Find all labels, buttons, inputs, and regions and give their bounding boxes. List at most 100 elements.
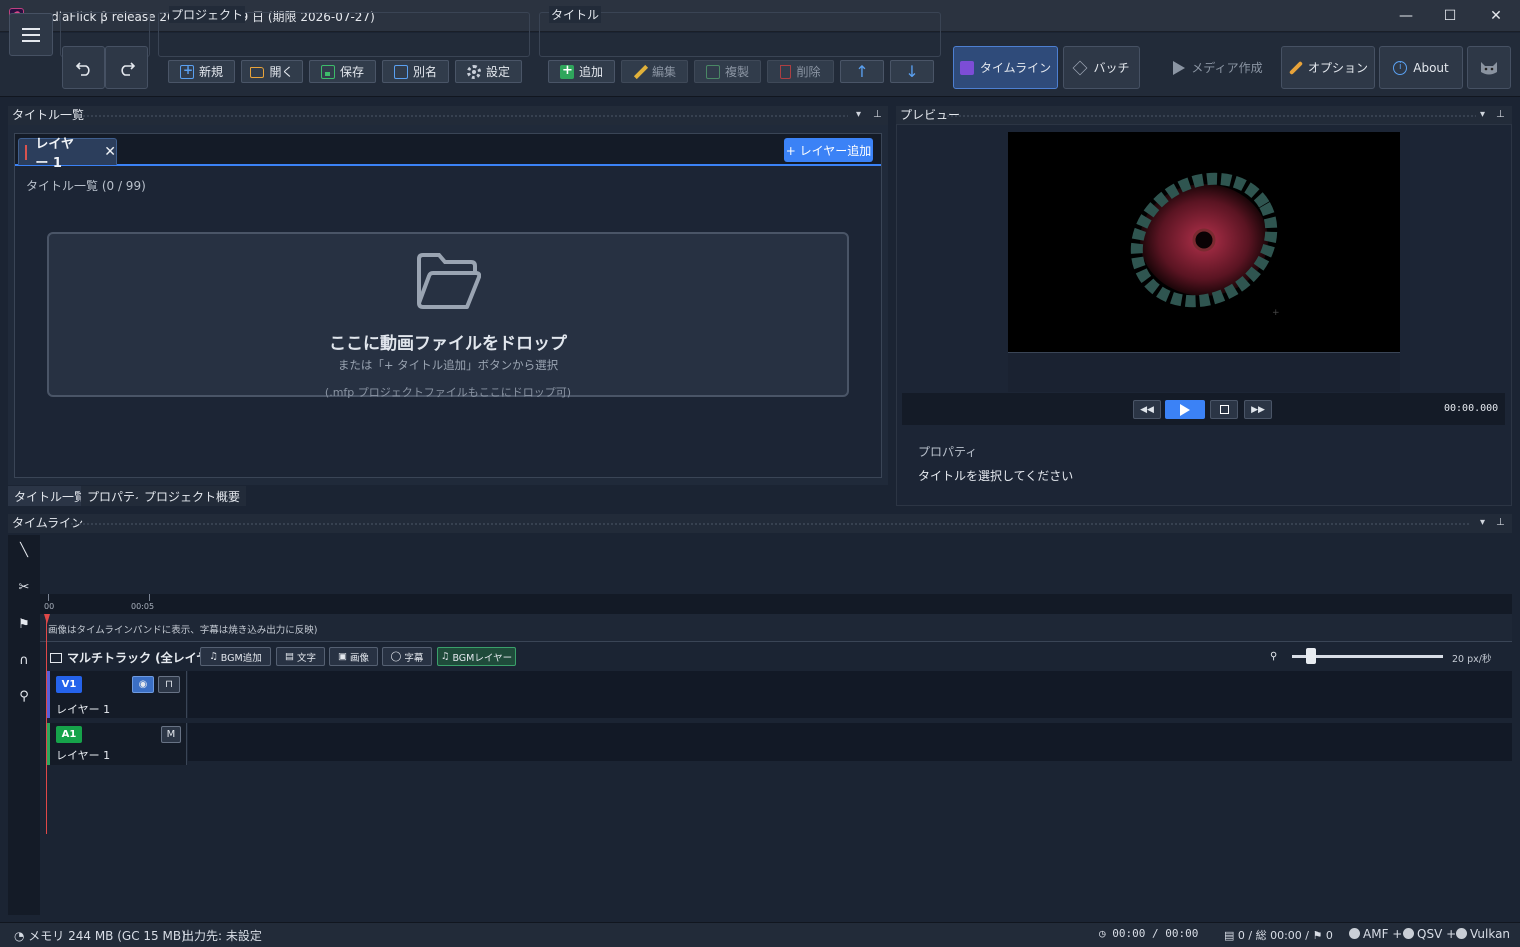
playhead[interactable] bbox=[46, 614, 47, 834]
layer-color-bar bbox=[25, 144, 28, 160]
add-icon bbox=[559, 63, 574, 79]
skip-back-icon: ◀◀ bbox=[1140, 404, 1154, 415]
save-icon bbox=[320, 64, 335, 79]
skip-forward-button[interactable]: ▶▶ bbox=[1244, 400, 1272, 419]
track-name: レイヤー 1 bbox=[56, 749, 111, 762]
open-project-button[interactable]: 開く bbox=[241, 60, 303, 83]
save-project-button[interactable]: 保存 bbox=[309, 60, 376, 83]
maximize-button[interactable]: ☐ bbox=[1427, 0, 1473, 32]
summary-status: ▤ 0 / 総 00:00 / ⚑ 0 bbox=[1224, 929, 1333, 942]
pin-icon[interactable]: ⊥ bbox=[1496, 517, 1505, 528]
create-media-button[interactable]: メディア作成 bbox=[1166, 46, 1270, 89]
panel-dropdown-icon[interactable]: ▾ bbox=[856, 109, 861, 120]
svg-text:+: + bbox=[1272, 308, 1280, 318]
visibility-toggle[interactable]: ◉ bbox=[132, 676, 154, 693]
status-dot-icon bbox=[1403, 928, 1414, 939]
duplicate-title-button[interactable]: 複製 bbox=[694, 60, 761, 83]
video-preview[interactable]: + bbox=[1008, 132, 1400, 352]
add-bgm-button[interactable]: ♫ BGM追加 bbox=[200, 647, 271, 666]
play-triangle-icon bbox=[1173, 60, 1186, 75]
panel-dropdown-icon[interactable]: ▾ bbox=[1480, 109, 1485, 120]
properties-message: タイトルを選択してください bbox=[918, 469, 1074, 483]
status-dot-icon bbox=[1456, 928, 1467, 939]
speech-bubble-icon: ◯ bbox=[390, 651, 402, 662]
splash-logo-icon: + bbox=[1130, 172, 1280, 318]
tab-project-overview[interactable]: プロジェクト概要 bbox=[138, 486, 247, 506]
play-button[interactable] bbox=[1165, 400, 1205, 419]
minimize-button[interactable]: — bbox=[1383, 0, 1429, 32]
close-tab-icon[interactable]: ✕ bbox=[104, 144, 116, 160]
menu-button[interactable] bbox=[9, 13, 53, 56]
skip-forward-icon: ▶▶ bbox=[1251, 404, 1265, 415]
track-color-bar bbox=[47, 671, 50, 718]
batch-view-button[interactable]: バッチ bbox=[1063, 46, 1140, 89]
mute-toggle[interactable]: M bbox=[161, 726, 181, 743]
hamburger-icon bbox=[22, 27, 40, 42]
text-icon: ▤ bbox=[285, 651, 294, 662]
project-settings-button[interactable]: 設定 bbox=[455, 60, 522, 83]
select-tool-icon[interactable]: ╲ bbox=[8, 543, 40, 558]
lock-toggle[interactable]: ⊓ bbox=[158, 676, 180, 693]
panel-grip bbox=[946, 114, 1476, 118]
timeline-icon bbox=[959, 60, 974, 75]
folder-icon bbox=[50, 652, 62, 663]
save-as-button[interactable]: 別名 bbox=[382, 60, 449, 83]
undo-icon bbox=[75, 61, 90, 76]
zoom-icon[interactable]: ⚲ bbox=[8, 689, 40, 704]
zoom-value: 20 px/秒 bbox=[1452, 654, 1492, 665]
add-image-button[interactable]: ▣ 画像 bbox=[329, 647, 378, 666]
pencil-icon bbox=[633, 65, 647, 79]
gpu-vulkan: Vulkan bbox=[1456, 927, 1510, 941]
track-body-video[interactable] bbox=[188, 671, 1512, 718]
new-file-icon bbox=[179, 63, 194, 79]
layer-tab[interactable]: レイヤー 1 ✕ bbox=[18, 137, 117, 171]
folder-open-icon bbox=[250, 67, 265, 78]
new-project-button[interactable]: 新規 bbox=[168, 60, 235, 83]
clipboard-icon: ▤ bbox=[1224, 929, 1238, 942]
mascot-button[interactable] bbox=[1467, 46, 1511, 89]
scissors-icon[interactable]: ✂ bbox=[8, 580, 40, 595]
add-text-button[interactable]: ▤ 文字 bbox=[276, 647, 325, 666]
move-down-button[interactable]: ↓ bbox=[890, 60, 934, 83]
flag-icon[interactable]: ⚑ bbox=[8, 617, 40, 632]
redo-button[interactable] bbox=[105, 46, 148, 89]
stop-button[interactable] bbox=[1210, 400, 1238, 419]
memory-status: ◔ メモリ 244 MB (GC 15 MB) bbox=[14, 929, 186, 943]
panel-grip bbox=[70, 522, 1470, 526]
track-body-audio[interactable] bbox=[188, 723, 1512, 761]
magnet-icon[interactable]: ∩ bbox=[8, 653, 40, 668]
edit-title-button[interactable]: 編集 bbox=[621, 60, 688, 83]
add-subtitle-button[interactable]: ◯ 字幕 bbox=[382, 647, 432, 666]
add-layer-button[interactable]: + レイヤー追加 bbox=[784, 138, 873, 162]
pin-icon[interactable]: ⊥ bbox=[873, 109, 882, 120]
arrow-down-icon: ↓ bbox=[905, 61, 919, 81]
wrench-icon bbox=[1288, 60, 1304, 75]
project-group-label: プロジェクト bbox=[169, 6, 246, 23]
panel-dropdown-icon[interactable]: ▾ bbox=[1480, 517, 1485, 528]
pin-icon[interactable]: ⊥ bbox=[1496, 109, 1505, 120]
bgm-layer-button[interactable]: ♫ BGMレイヤー bbox=[437, 647, 516, 666]
status-dot-icon bbox=[1349, 928, 1360, 939]
time-status: ◷ 00:00 / 00:00 bbox=[1099, 927, 1199, 940]
close-button[interactable]: ✕ bbox=[1473, 0, 1519, 32]
undo-button[interactable] bbox=[62, 46, 105, 89]
time-ruler[interactable] bbox=[40, 594, 1512, 614]
timeline-view-button[interactable]: タイムライン bbox=[953, 46, 1058, 89]
about-button[interactable]: i About bbox=[1379, 46, 1463, 89]
tab-title-list[interactable]: タイトル一覧 bbox=[8, 486, 93, 506]
playhead-marker[interactable] bbox=[44, 614, 50, 624]
video-letterbox bbox=[1008, 352, 1400, 392]
skip-back-button[interactable]: ◀◀ bbox=[1133, 400, 1161, 419]
delete-title-button[interactable]: 削除 bbox=[767, 60, 834, 83]
image-icon: ▣ bbox=[338, 651, 347, 662]
move-up-button[interactable]: ↑ bbox=[840, 60, 884, 83]
zoom-slider-thumb[interactable] bbox=[1306, 648, 1317, 664]
ruler-tick bbox=[48, 594, 49, 601]
add-title-button[interactable]: 追加 bbox=[548, 60, 615, 83]
music-note-icon: ♫ bbox=[440, 651, 450, 662]
properties-label: プロパティ bbox=[918, 445, 978, 459]
timeline-note: 画像はタイムラインパンドに表示、字幕は焼き込み出力に反映) bbox=[48, 625, 318, 636]
track-color-bar bbox=[47, 723, 50, 765]
redo-icon bbox=[120, 61, 135, 76]
options-button[interactable]: オプション bbox=[1281, 46, 1375, 89]
